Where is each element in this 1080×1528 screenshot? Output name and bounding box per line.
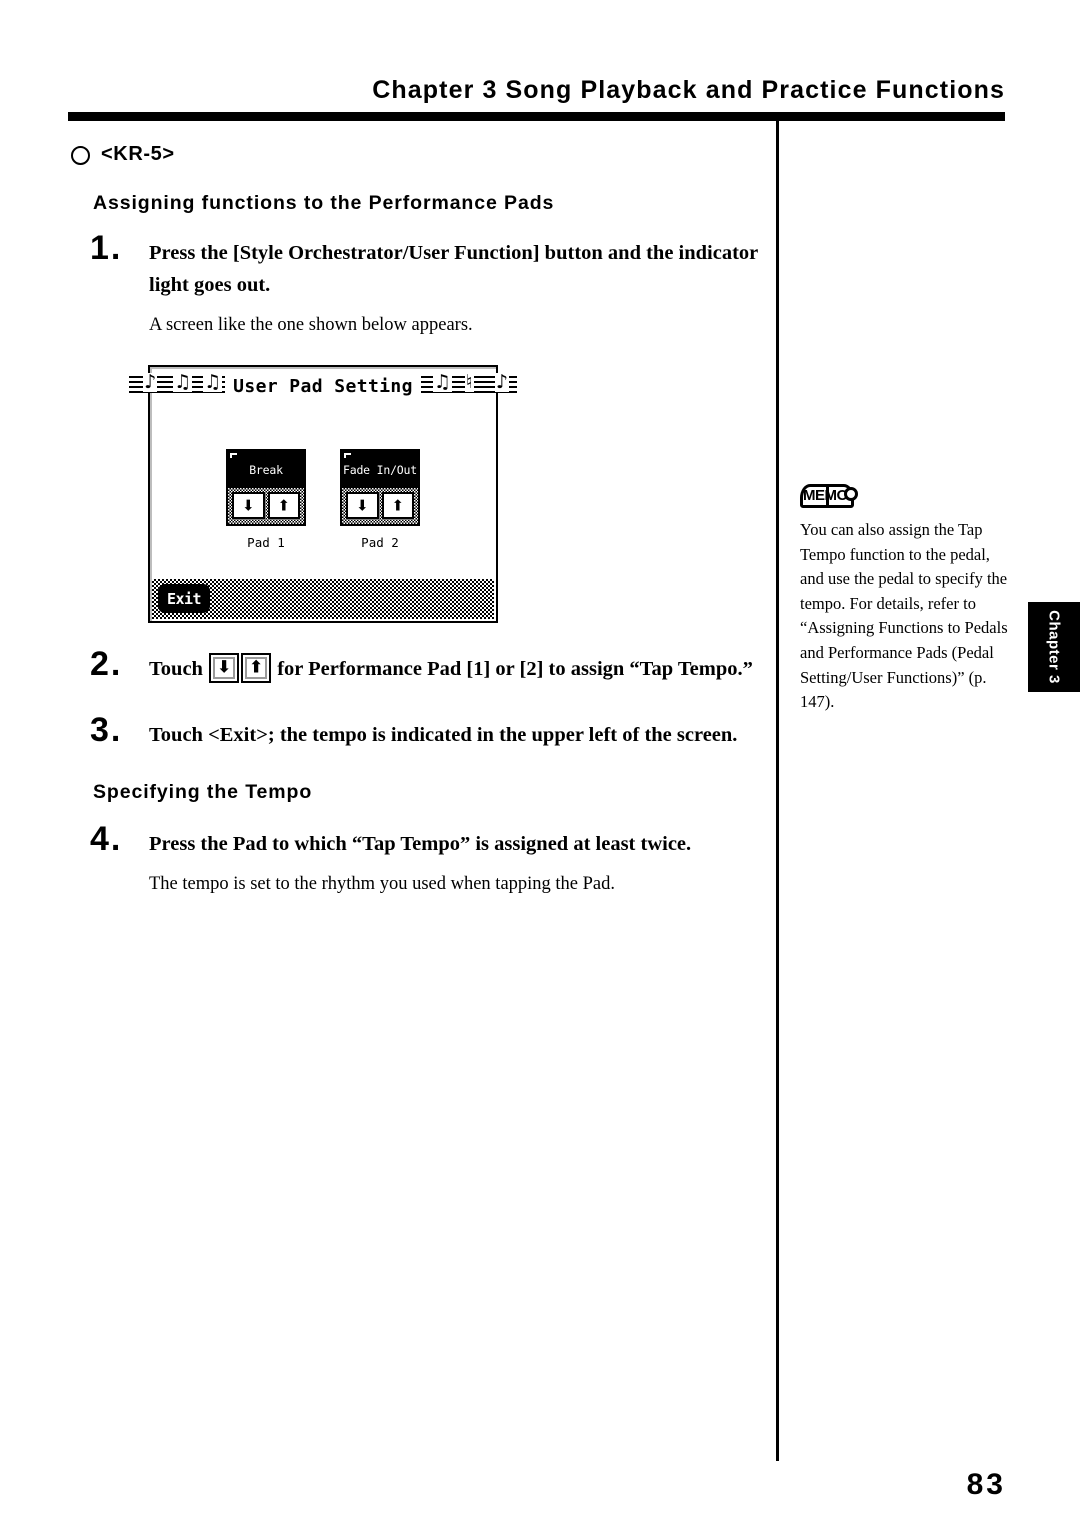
step-2-text-after: for Performance Pad [1] or [2] to assign… [277,658,753,680]
pad-widget-2[interactable]: Fade In/Out ⬇ ⬆ [340,449,420,526]
chapter-tab-label: Chapter 3 [1045,610,1063,684]
pad-block-1: Break ⬇ ⬆ Pad 1 [226,449,306,550]
lcd-screen-illustration: ♪ ♫ ♫ User Pad Setting ♫ ♮ ♪ Break ⬇ ⬆ P… [129,365,517,623]
model-tag-label: <KR-5> [101,143,175,165]
step-3-number: 3. [90,711,123,749]
pad-1-label: Break [249,462,283,477]
pad-2-up-button[interactable]: ⬆ [381,492,414,519]
memo-body-text: You can also assign the Tap Tempo functi… [800,520,1008,712]
step-2-text: Touch ⬇ ⬆ for Performance Pad [1] or [2] … [149,653,758,685]
arrow-down-icon: ⬇ [216,657,232,678]
step-2: 2. Touch ⬇ ⬆ for Performance Pad [1] or [… [68,645,758,685]
header-divider-rule [68,112,1005,121]
step-1-subtext: A screen like the one shown below appear… [149,315,473,335]
corner-marker-icon [230,453,237,458]
section-heading-assigning-functions: Assigning functions to the Performance P… [93,192,555,214]
section-heading-specifying-tempo: Specifying the Tempo [93,781,313,803]
music-staff-left-icon: ♪ ♫ ♫ [129,371,226,398]
quarter-note-icon: ♪ [143,371,158,393]
model-tag: <KR-5> [68,140,758,174]
pad-block-2: Fade In/Out ⬇ ⬆ Pad 2 [340,449,420,550]
lcd-title-text: User Pad Setting [233,375,413,397]
arrow-down-icon: ⬇ [355,496,369,514]
inline-up-button[interactable]: ⬆ [241,653,272,683]
music-staff-right-icon: ♫ ♮ ♪ [420,371,517,398]
step-1-number: 1. [90,229,123,267]
corner-marker-icon [344,453,351,458]
beamed-note-icon: ♫ [203,371,223,393]
step-4-text: Press the Pad to which “Tap Tempo” is as… [149,833,692,855]
step-4: 4. Press the Pad to which “Tap Tempo” is… [68,820,758,898]
pad-1-up-button[interactable]: ⬆ [267,492,300,519]
rest-note-icon: ♮ [464,371,474,393]
exit-button[interactable]: Exit [158,584,210,613]
arrow-up-icon: ⬆ [248,657,264,678]
step-1: 1. Press the [Style Orchestrator/User Fu… [68,229,758,339]
memo-icon-label: MEMO [803,487,848,504]
lcd-bottom-bar: Exit [152,579,494,619]
step-3-text: Touch <Exit>; the tempo is indicated in … [149,724,738,746]
step-3: 3. Touch <Exit>; the tempo is indicated … [68,711,758,751]
pad-1-label-box: Break [228,451,304,488]
pad-2-label-box: Fade In/Out [342,451,418,488]
eighth-note-icon: ♫ [173,371,193,393]
chapter-tab: Chapter 3 [1028,602,1080,692]
arrow-up-icon: ⬆ [277,496,291,514]
circle-outline-icon [71,146,90,165]
pad-2-down-button[interactable]: ⬇ [346,492,379,519]
inline-down-button[interactable]: ⬇ [209,653,240,683]
memo-block: MEMO You can also assign the Tap Tempo f… [800,480,1008,715]
pad-2-caption: Pad 2 [361,535,399,550]
step-4-number: 4. [90,820,123,858]
lcd-title-bar: ♪ ♫ ♫ User Pad Setting ♫ ♮ ♪ [129,371,517,401]
pad-2-label: Fade In/Out [343,462,417,477]
quarter-note-icon: ♪ [494,371,510,393]
pad-1-down-button[interactable]: ⬇ [232,492,265,519]
column-divider-rule [776,121,779,1461]
page-number: 83 [966,1468,1006,1501]
arrow-up-icon: ⬆ [391,496,405,514]
pad-2-button-row: ⬇ ⬆ [342,488,418,524]
step-4-subtext: The tempo is set to the rhythm you used … [149,874,616,894]
step-1-text: Press the [Style Orchestrator/User Funct… [149,242,758,296]
pad-1-caption: Pad 1 [247,535,285,550]
step-2-text-before: Touch [149,658,203,680]
lcd-pad-area: Break ⬇ ⬆ Pad 1 Fade In/Out ⬇ ⬆ Pad 2 [150,449,496,550]
main-content-column: <KR-5> Assigning functions to the Perfor… [68,140,758,898]
page-header-title: Chapter 3 Song Playback and Practice Fun… [372,76,1005,104]
pad-widget-1[interactable]: Break ⬇ ⬆ [226,449,306,526]
pad-1-button-row: ⬇ ⬆ [228,488,304,524]
arrow-down-icon: ⬇ [241,496,255,514]
step-2-number: 2. [90,645,123,683]
memo-book-icon: MEMO [800,480,862,510]
eighth-note-icon: ♫ [432,371,452,393]
